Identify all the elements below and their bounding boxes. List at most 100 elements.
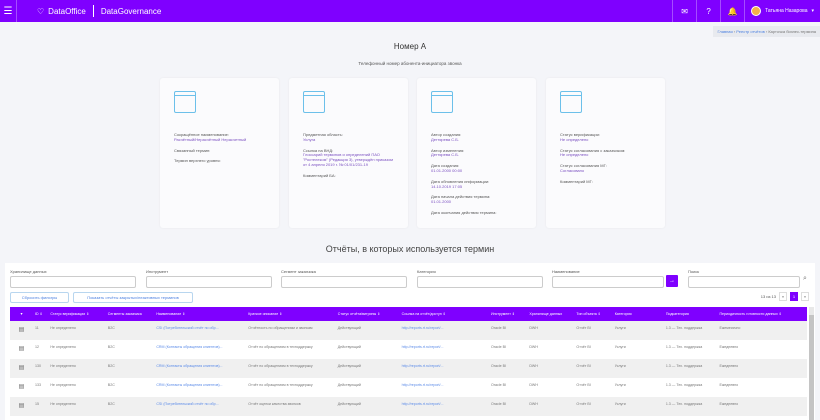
next-page-button[interactable]: »	[801, 292, 809, 301]
help-icon[interactable]: ?	[696, 0, 720, 22]
table-cell: DWH	[527, 378, 575, 397]
document-icon[interactable]: ▤	[10, 359, 33, 378]
card-field: Статус согласования с заказчиком: Не опре…	[560, 148, 651, 159]
table-cell[interactable]: http://reports.rt.ru/report/...	[399, 397, 490, 416]
breadcrumb: Главная › Реестр отчётов › Карточка бизн…	[713, 26, 820, 37]
field-label: Связанный термин:	[174, 147, 211, 153]
field-value: Услуга	[303, 136, 316, 142]
card-field: Статус согласования МГ: Согласовано	[560, 163, 651, 174]
table-row[interactable]: ▤ 12 Не определено B2C CRM (Контакты обращен…	[10, 340, 807, 359]
table-cell[interactable]: http://reports.rt.ru/report/...	[399, 340, 490, 359]
tool-input[interactable]	[146, 276, 272, 288]
pagination-summary: 13 из 13	[760, 294, 776, 299]
reset-filters-button[interactable]: Сбросить фильтры	[10, 292, 69, 303]
logo-divider	[92, 5, 94, 17]
info-card: Предметная область: Услуга Ссылка на ВНД: Г…	[289, 78, 408, 228]
table-cell: 133	[32, 378, 49, 397]
scrollbar-thumb[interactable]	[809, 315, 814, 420]
page-subtitle: Телефонный номер абонента-инициатора зво…	[358, 61, 462, 66]
table-row[interactable]: ▤ 11 Не определено B2C CSI (Потребительский …	[10, 321, 807, 340]
card-field: Ссылка на ВНД: Глоссарий терминов и опред…	[303, 148, 394, 168]
table-cell: Отчёт оценки качества звонков	[246, 397, 336, 416]
column-header[interactable]: ID ⇕	[32, 307, 49, 321]
column-header[interactable]: Категория	[612, 307, 664, 321]
column-header[interactable]: Статус верификации ⇕	[48, 307, 106, 321]
filter-label: Хранилище данных	[10, 269, 47, 274]
table-cell[interactable]: http://reports.rt.ru/report/...	[399, 321, 490, 340]
table-cell[interactable]: CSI (Потребительский отчёт по обр...	[154, 321, 247, 340]
name-input[interactable]	[552, 276, 664, 288]
table-cell[interactable]: http://reports.rt.ru/report/...	[399, 359, 490, 378]
menu-icon[interactable]: ☰	[0, 0, 17, 22]
column-header[interactable]: Статус отчёта/витрины ⇕	[335, 307, 400, 321]
table-row[interactable]: ▤ 130 Не определено B2C CRM (Контакты обраще…	[10, 359, 807, 378]
storage-input[interactable]	[10, 276, 136, 288]
table-cell[interactable]: http://reports.rt.ru/report/...	[399, 378, 490, 397]
table-cell: Не определено	[48, 359, 106, 378]
column-header[interactable]: Краткое описание ⇕	[246, 307, 336, 321]
card-field: Дата обновления информации: 14.10.2019 17…	[431, 179, 522, 190]
brand-name: DataOffice	[48, 6, 86, 16]
document-icon[interactable]: ▤	[10, 321, 33, 340]
table-cell: Oracle BI	[489, 378, 528, 397]
edit-window-icon	[174, 91, 196, 113]
breadcrumb-home[interactable]: Главная	[717, 29, 732, 34]
user-menu[interactable]: Татьяна Назарова ▾	[744, 0, 820, 22]
document-icon[interactable]: ▤	[10, 340, 33, 359]
table-cell: Отчёт BI	[574, 321, 613, 340]
document-icon[interactable]: ▤	[10, 378, 33, 397]
heart-logo-icon: ♡	[37, 6, 45, 16]
table-cell: Не определено	[48, 378, 106, 397]
card-field: Сокращённое наименование: Расчётный/Нерас…	[174, 132, 265, 143]
column-header[interactable]: Наименование ⇕	[154, 307, 247, 321]
table-cell: Действующий	[335, 359, 400, 378]
field-label: Комментарий БА:	[303, 172, 336, 178]
filter-column-icon[interactable]: ▼	[10, 307, 33, 321]
breadcrumb-reports[interactable]: Реестр отчётов	[736, 29, 765, 34]
column-header[interactable]: Периодичность готовности данных ⇕	[717, 307, 807, 321]
apply-filter-button[interactable]: →	[666, 275, 678, 287]
table-row[interactable]: ▤ 133 Не определено B2C CRM (Контакты обраще…	[10, 378, 807, 397]
hierarchy-window-icon	[431, 91, 453, 113]
table-scrollbar[interactable]	[809, 307, 814, 420]
mail-icon[interactable]: ✉	[672, 0, 696, 22]
reports-panel: Хранилище данных Инструмент Сегмент зака…	[5, 263, 815, 420]
table-cell: Ежедневно	[717, 378, 807, 397]
table-cell[interactable]: CRM (Контакты обращения клиентов)...	[154, 359, 247, 378]
table-cell: Отчёт BI	[574, 397, 613, 416]
table-row[interactable]: ▤ 15 Не определено B2C CSI (Потребительский …	[10, 397, 807, 416]
column-header[interactable]: Сегменты заказчика	[105, 307, 155, 321]
table-cell[interactable]: CRM (Контакты обращения клиентов)...	[154, 340, 247, 359]
field-label: Дата окончания действия термина:	[431, 209, 497, 215]
user-name: Татьяна Назарова	[765, 8, 808, 14]
search-input[interactable]	[688, 276, 800, 288]
table-cell[interactable]: CSI (Потребительский отчёт по обр...	[154, 397, 247, 416]
column-header[interactable]: Ссылка на отчёт/доступ ⇕	[399, 307, 490, 321]
table-cell: DWH	[527, 397, 575, 416]
filter-label: Наименование	[552, 269, 580, 274]
logo[interactable]: ♡ DataOffice DataGovernance	[37, 5, 161, 17]
column-header[interactable]: Инструмент ⇕	[489, 307, 528, 321]
table-cell: Отчёт по обращениям в техподдержку	[246, 359, 336, 378]
document-icon[interactable]: ▤	[10, 397, 33, 416]
column-header[interactable]: Подкатегория	[663, 307, 718, 321]
table-cell[interactable]: CRM (Контакты обращения клиентов)...	[154, 378, 247, 397]
show-closed-terms-button[interactable]: Показать отчёты закрытых/неактивных терм…	[73, 292, 193, 303]
field-label: Комментарий МГ:	[560, 178, 593, 184]
segment-input[interactable]	[281, 276, 407, 288]
page-1-button[interactable]: 1	[790, 292, 798, 301]
card-field: Автор изменения: Дегтярева С.Б.	[431, 148, 522, 159]
field-label: Термин верхнего уровня:	[174, 158, 221, 164]
avatar	[751, 6, 762, 16]
column-header[interactable]: Тип объекта ⇕	[574, 307, 613, 321]
reports-section-title: Отчёты, в которых используется термин	[325, 244, 495, 254]
prev-page-button[interactable]: «	[779, 292, 787, 301]
filter-label: Сегмент заказчика	[281, 269, 316, 274]
chevron-down-icon: ▾	[811, 8, 814, 14]
search-icon[interactable]: ⌕	[803, 275, 807, 283]
column-header[interactable]: Хранилище данных	[527, 307, 575, 321]
category-input[interactable]	[417, 276, 543, 288]
card-field: Автор создания: Дегтярева С.Б.	[431, 132, 522, 143]
card-field: Термин верхнего уровня:	[174, 159, 265, 164]
bell-icon[interactable]: 🔔	[720, 0, 744, 22]
